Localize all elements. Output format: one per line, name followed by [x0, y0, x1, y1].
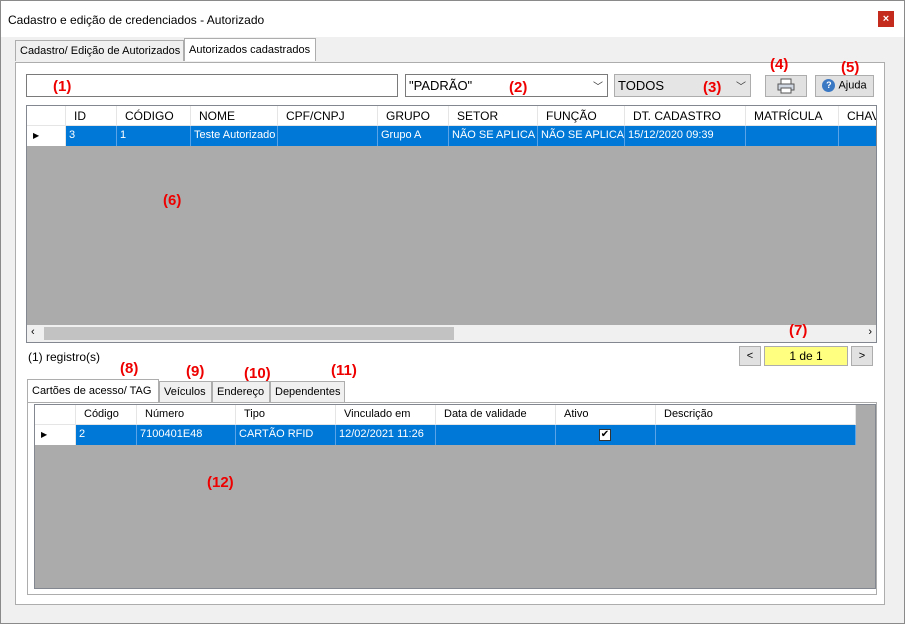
col-header-descricao[interactable]: Descrição — [656, 405, 856, 425]
scroll-left-icon[interactable]: ‹ — [31, 326, 35, 338]
col-header-matricula[interactable]: MATRÍCULA — [746, 106, 839, 126]
cell-numero[interactable]: 7100401E48 — [137, 425, 236, 445]
scrollbar-thumb[interactable] — [44, 327, 454, 340]
scroll-right-icon[interactable]: › — [868, 326, 872, 338]
tab-autorizados-cadastrados[interactable]: Autorizados cadastrados — [184, 38, 316, 61]
ativo-checkbox[interactable]: ✔ — [599, 429, 611, 441]
cell-nome[interactable]: Teste Autorizado — [191, 126, 278, 146]
col-header-setor[interactable]: SETOR — [449, 106, 538, 126]
cell-vinculado-em[interactable]: 12/02/2021 11:26 — [336, 425, 436, 445]
marker-6: (6) — [163, 192, 182, 209]
row-selector[interactable]: ▶ — [27, 126, 66, 146]
marker-12: (12) — [207, 474, 234, 491]
marker-3: (3) — [703, 79, 722, 96]
marker-7: (7) — [789, 322, 808, 339]
col-header-numero[interactable]: Número — [137, 405, 236, 425]
horizontal-scrollbar[interactable]: ‹ › — [27, 325, 876, 342]
printer-icon — [777, 78, 795, 94]
title-bar: Cadastro e edição de credenciados - Auto… — [1, 1, 904, 37]
cell-data-validade[interactable] — [436, 425, 556, 445]
col-header-codigo[interactable]: CÓDIGO — [117, 106, 191, 126]
cell-codigo[interactable]: 1 — [117, 126, 191, 146]
marker-2: (2) — [509, 79, 528, 96]
cell-descricao[interactable] — [656, 425, 856, 445]
tab-cartoes-acesso[interactable]: Cartões de acesso/ TAG — [27, 379, 159, 402]
cell-tipo[interactable]: CARTÃO RFID — [236, 425, 336, 445]
tab-veiculos[interactable]: Veículos — [159, 381, 212, 402]
tab-cadastro-edicao[interactable]: Cadastro/ Edição de Autorizados — [15, 40, 184, 61]
pager-next-button[interactable]: > — [851, 346, 873, 366]
tab-dependentes[interactable]: Dependentes — [270, 381, 345, 402]
print-button[interactable] — [765, 75, 807, 97]
cell-cpf-cnpj[interactable] — [278, 126, 378, 146]
cell-matricula[interactable] — [746, 126, 839, 146]
cards-grid[interactable]: Código Número Tipo Vinculado em Data de … — [34, 404, 876, 589]
marker-10: (10) — [244, 365, 271, 382]
col-header-tipo[interactable]: Tipo — [236, 405, 336, 425]
close-button[interactable]: × — [878, 11, 894, 27]
help-button[interactable]: ? Ajuda — [815, 75, 874, 97]
cell-grupo[interactable]: Grupo A — [378, 126, 449, 146]
filter-combo[interactable]: "PADRÃO" ﹀ — [405, 74, 608, 97]
tab-endereco[interactable]: Endereço — [212, 381, 270, 402]
marker-9: (9) — [186, 363, 205, 380]
status-combo-value: TODOS — [618, 78, 664, 93]
cell-id[interactable]: 3 — [66, 126, 117, 146]
pager-page-indicator: 1 de 1 — [764, 346, 848, 366]
pager-prev-button[interactable]: < — [739, 346, 761, 366]
status-combo[interactable]: TODOS ﹀ — [614, 74, 751, 97]
col-header-nome[interactable]: NOME — [191, 106, 278, 126]
col-header-cpf-cnpj[interactable]: CPF/CNPJ — [278, 106, 378, 126]
cell-codigo[interactable]: 2 — [76, 425, 137, 445]
marker-1: (1) — [53, 78, 72, 95]
row-selector[interactable]: ▶ — [35, 425, 76, 445]
cell-dt-cadastro[interactable]: 15/12/2020 09:39 — [625, 126, 746, 146]
row-header-corner — [35, 405, 76, 425]
row-header-corner — [27, 106, 66, 126]
cell-chave[interactable] — [839, 126, 876, 146]
marker-11: (11) — [331, 362, 357, 379]
app-window: Cadastro e edição de credenciados - Auto… — [0, 0, 905, 624]
window-title: Cadastro e edição de credenciados - Auto… — [8, 13, 265, 27]
records-count: (1) registro(s) — [28, 350, 101, 364]
cell-funcao[interactable]: NÃO SE APLICA — [538, 126, 625, 146]
marker-4: (4) — [770, 56, 789, 73]
col-header-dt-cadastro[interactable]: DT. CADASTRO — [625, 106, 746, 126]
col-header-funcao[interactable]: FUNÇÃO — [538, 106, 625, 126]
col-header-id[interactable]: ID — [66, 106, 117, 126]
cell-setor[interactable]: NÃO SE APLICA — [449, 126, 538, 146]
help-label: Ajuda — [838, 79, 867, 92]
filter-combo-value: "PADRÃO" — [409, 78, 473, 93]
search-input[interactable] — [26, 74, 398, 97]
chevron-down-icon: ﹀ — [736, 82, 746, 93]
cell-ativo[interactable]: ✔ — [556, 425, 656, 445]
col-header-vinculado-em[interactable]: Vinculado em — [336, 405, 436, 425]
marker-8: (8) — [120, 360, 139, 377]
question-icon: ? — [822, 79, 836, 92]
col-header-ativo[interactable]: Ativo — [556, 405, 656, 425]
col-header-grupo[interactable]: GRUPO — [378, 106, 449, 126]
col-header-chave[interactable]: CHAV — [839, 106, 876, 126]
marker-5: (5) — [841, 59, 860, 76]
chevron-down-icon: ﹀ — [593, 82, 603, 93]
main-grid[interactable]: ID CÓDIGO NOME CPF/CNPJ GRUPO SETOR FUNÇ… — [26, 105, 877, 343]
col-header-data-validade[interactable]: Data de validade — [436, 405, 556, 425]
col-header-codigo[interactable]: Código — [76, 405, 137, 425]
